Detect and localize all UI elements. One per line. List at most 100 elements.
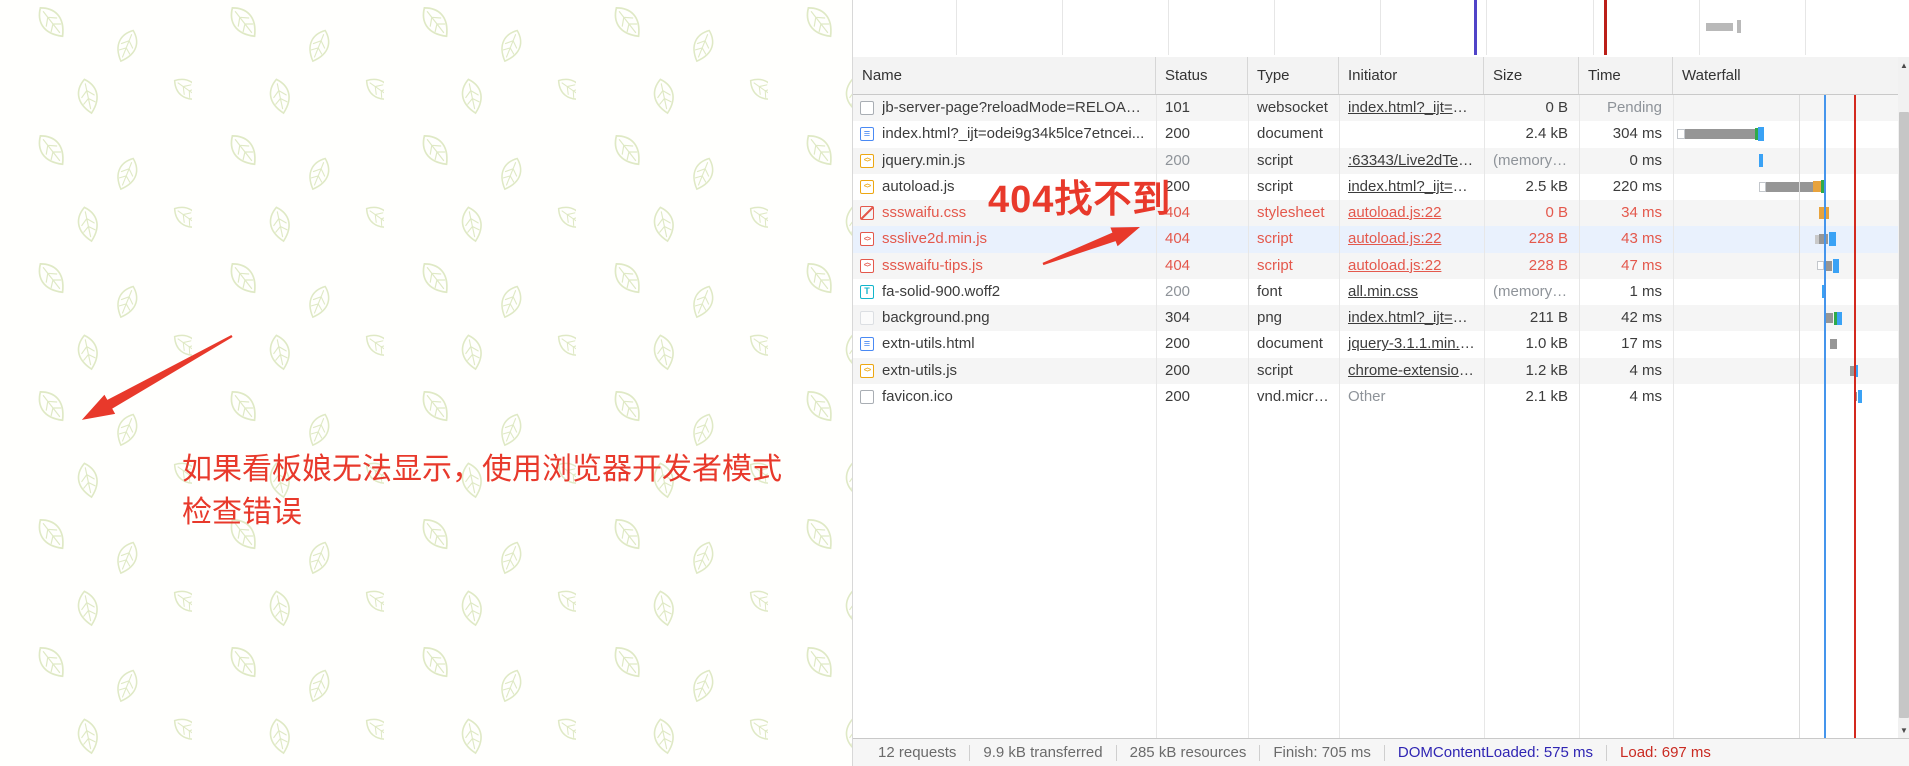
request-type-cell[interactable]: png: [1248, 305, 1339, 331]
request-size-cell[interactable]: 228 B: [1484, 226, 1579, 252]
request-waterfall-cell[interactable]: [1673, 384, 1898, 410]
request-size-cell[interactable]: 1.2 kB: [1484, 358, 1579, 384]
request-status-cell[interactable]: 200: [1156, 148, 1248, 174]
request-status-cell[interactable]: 200: [1156, 331, 1248, 357]
request-name-cell[interactable]: background.png: [853, 305, 1156, 331]
network-request-row[interactable]: autoload.js 200scriptindex.html?_ijt=od..…: [853, 173, 1898, 200]
request-waterfall-cell[interactable]: [1673, 279, 1898, 305]
column-header-time[interactable]: Time: [1579, 57, 1673, 94]
request-initiator-cell[interactable]: index.html?_ijt=od...: [1339, 305, 1484, 331]
network-request-row[interactable]: ssslive2d.min.js 404scriptautoload.js:222…: [853, 226, 1898, 253]
scrollbar-thumb[interactable]: [1899, 112, 1909, 718]
column-header-waterfall[interactable]: Waterfall: [1673, 57, 1898, 94]
request-type-cell[interactable]: font: [1248, 279, 1339, 305]
request-size-cell[interactable]: (memory ...: [1484, 279, 1579, 305]
request-time-cell[interactable]: 4 ms: [1579, 358, 1673, 384]
column-header-name[interactable]: Name: [853, 57, 1156, 94]
request-initiator-cell[interactable]: chrome-extension:...: [1339, 358, 1484, 384]
request-waterfall-cell[interactable]: [1673, 331, 1898, 357]
request-name-cell[interactable]: fa-solid-900.woff2: [853, 279, 1156, 305]
network-request-row[interactable]: jb-server-page?reloadMode=RELOAD... 101 we…: [853, 95, 1898, 122]
request-time-cell[interactable]: Pending: [1579, 95, 1673, 121]
column-header-size[interactable]: Size: [1484, 57, 1579, 94]
request-initiator-cell[interactable]: :63343/Live2dText/...: [1339, 148, 1484, 174]
column-header-status[interactable]: Status: [1156, 57, 1248, 94]
request-type-cell[interactable]: stylesheet: [1248, 200, 1339, 226]
request-initiator-cell[interactable]: autoload.js:22: [1339, 226, 1484, 252]
request-size-cell[interactable]: 0 B: [1484, 95, 1579, 121]
request-name-cell[interactable]: favicon.ico: [853, 384, 1156, 410]
request-waterfall-cell[interactable]: [1673, 358, 1898, 384]
request-status-cell[interactable]: 404: [1156, 226, 1248, 252]
request-name-cell[interactable]: index.html?_ijt=odei9g34k5lce7etncei...: [853, 121, 1156, 147]
request-initiator-cell[interactable]: autoload.js:22: [1339, 253, 1484, 279]
request-waterfall-cell[interactable]: [1673, 95, 1898, 121]
request-status-cell[interactable]: 200: [1156, 384, 1248, 410]
request-size-cell[interactable]: 2.4 kB: [1484, 121, 1579, 147]
request-name-cell[interactable]: ssslive2d.min.js: [853, 226, 1156, 252]
request-name-cell[interactable]: extn-utils.js: [853, 358, 1156, 384]
request-name-cell[interactable]: ssswaifu-tips.js: [853, 253, 1156, 279]
request-type-cell[interactable]: script: [1248, 253, 1339, 279]
request-waterfall-cell[interactable]: [1673, 121, 1898, 147]
request-initiator-cell[interactable]: jquery-3.1.1.min.js:3: [1339, 331, 1484, 357]
network-request-row[interactable]: background.png 304 png index.html?_ijt=od..…: [853, 305, 1898, 332]
network-request-row[interactable]: favicon.ico 200 vnd.micro... Other 2.1 kB 4 m…: [853, 383, 1898, 410]
request-time-cell[interactable]: 17 ms: [1579, 331, 1673, 357]
request-initiator-cell[interactable]: index.html?_ijt=od...: [1339, 174, 1484, 200]
network-request-row[interactable]: jquery.min.js 200script:63343/Live2dText/…: [853, 147, 1898, 174]
request-time-cell[interactable]: 220 ms: [1579, 174, 1673, 200]
scroll-down-icon[interactable]: ▼: [1898, 722, 1909, 738]
request-size-cell[interactable]: (memory ...: [1484, 148, 1579, 174]
request-size-cell[interactable]: 228 B: [1484, 253, 1579, 279]
network-request-row[interactable]: index.html?_ijt=odei9g34k5lce7etncei... 2…: [853, 121, 1898, 148]
request-initiator-cell[interactable]: Other: [1339, 384, 1484, 410]
request-status-cell[interactable]: 200: [1156, 279, 1248, 305]
vertical-scrollbar[interactable]: ▲ ▼: [1898, 57, 1909, 738]
request-time-cell[interactable]: 1 ms: [1579, 279, 1673, 305]
request-waterfall-cell[interactable]: [1673, 200, 1898, 226]
request-initiator-cell[interactable]: [1339, 121, 1484, 147]
request-time-cell[interactable]: 47 ms: [1579, 253, 1673, 279]
request-status-cell[interactable]: 200: [1156, 121, 1248, 147]
request-name-cell[interactable]: jquery.min.js: [853, 148, 1156, 174]
request-status-cell[interactable]: 200: [1156, 174, 1248, 200]
network-request-row[interactable]: ssswaifu.css 404 stylesheet autoload.js:22 0…: [853, 200, 1898, 227]
network-request-row[interactable]: extn-utils.html 200documentjquery-3.1.1.m…: [853, 331, 1898, 358]
network-overview-timeline[interactable]: [853, 0, 1909, 58]
request-size-cell[interactable]: 1.0 kB: [1484, 331, 1579, 357]
request-name-cell[interactable]: autoload.js: [853, 174, 1156, 200]
request-waterfall-cell[interactable]: [1673, 226, 1898, 252]
request-initiator-cell[interactable]: autoload.js:22: [1339, 200, 1484, 226]
request-name-cell[interactable]: extn-utils.html: [853, 331, 1156, 357]
request-status-cell[interactable]: 200: [1156, 358, 1248, 384]
request-time-cell[interactable]: 42 ms: [1579, 305, 1673, 331]
request-waterfall-cell[interactable]: [1673, 253, 1898, 279]
column-header-initiator[interactable]: Initiator: [1339, 57, 1484, 94]
request-type-cell[interactable]: script: [1248, 174, 1339, 200]
network-request-row[interactable]: fa-solid-900.woff2 200fontall.min.css(mem…: [853, 278, 1898, 305]
request-initiator-cell[interactable]: index.html?_ijt=od...: [1339, 95, 1484, 121]
request-type-cell[interactable]: script: [1248, 358, 1339, 384]
request-time-cell[interactable]: 304 ms: [1579, 121, 1673, 147]
request-type-cell[interactable]: websocket: [1248, 95, 1339, 121]
request-status-cell[interactable]: 101: [1156, 95, 1248, 121]
request-initiator-cell[interactable]: all.min.css: [1339, 279, 1484, 305]
request-size-cell[interactable]: 0 B: [1484, 200, 1579, 226]
request-waterfall-cell[interactable]: [1673, 148, 1898, 174]
request-name-cell[interactable]: jb-server-page?reloadMode=RELOAD...: [853, 95, 1156, 121]
column-header-type[interactable]: Type: [1248, 57, 1339, 94]
request-waterfall-cell[interactable]: [1673, 305, 1898, 331]
request-status-cell[interactable]: 404: [1156, 253, 1248, 279]
request-type-cell[interactable]: script: [1248, 226, 1339, 252]
network-request-row[interactable]: ssswaifu-tips.js 404scriptautoload.js:222…: [853, 252, 1898, 279]
request-type-cell[interactable]: document: [1248, 121, 1339, 147]
request-size-cell[interactable]: 2.1 kB: [1484, 384, 1579, 410]
request-time-cell[interactable]: 43 ms: [1579, 226, 1673, 252]
request-time-cell[interactable]: 0 ms: [1579, 148, 1673, 174]
request-status-cell[interactable]: 404: [1156, 200, 1248, 226]
request-size-cell[interactable]: 2.5 kB: [1484, 174, 1579, 200]
request-waterfall-cell[interactable]: [1673, 174, 1898, 200]
request-time-cell[interactable]: 34 ms: [1579, 200, 1673, 226]
request-type-cell[interactable]: document: [1248, 331, 1339, 357]
